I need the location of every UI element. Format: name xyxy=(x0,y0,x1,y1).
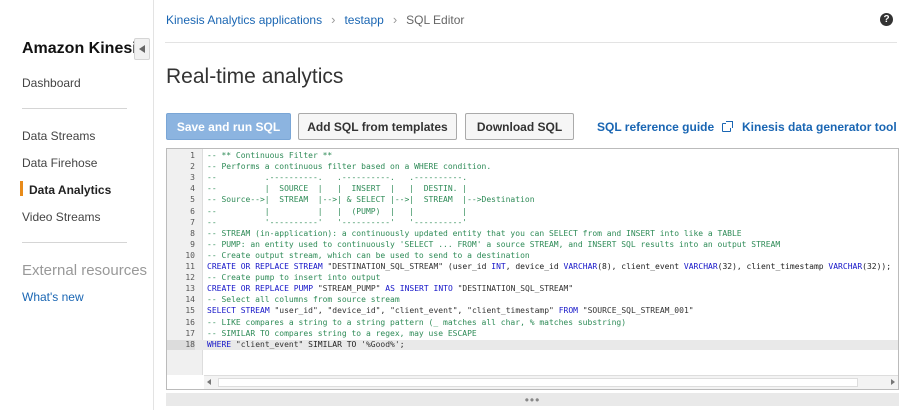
code-text[interactable]: -- Select all columns from source stream xyxy=(207,295,400,305)
chevron-right-icon: › xyxy=(331,12,336,27)
line-number: 13 xyxy=(185,284,195,294)
code-line[interactable]: 4 -- | SOURCE | | INSERT | | DESTIN. | xyxy=(167,184,898,194)
breadcrumb: Kinesis Analytics applications › testapp… xyxy=(166,12,464,27)
active-indicator xyxy=(20,181,23,196)
download-sql-button[interactable]: Download SQL xyxy=(465,113,574,140)
sidebar-item-video-streams[interactable]: Video Streams xyxy=(22,210,101,224)
line-number: 8 xyxy=(190,228,195,238)
line-number: 16 xyxy=(185,317,195,327)
sidebar-item-data-firehose[interactable]: Data Firehose xyxy=(22,156,97,170)
code-text[interactable]: CREATE OR REPLACE PUMP "STREAM_PUMP" AS … xyxy=(207,284,573,294)
kinesis-data-generator-label: Kinesis data generator tool xyxy=(742,120,897,134)
line-number: 10 xyxy=(185,250,195,260)
breadcrumb-sql-editor: SQL Editor xyxy=(406,12,465,27)
line-number: 17 xyxy=(185,328,195,338)
line-number: 5 xyxy=(190,195,195,205)
code-line[interactable]: 1 -- ** Continuous Filter ** xyxy=(167,151,898,161)
line-number: 11 xyxy=(185,262,195,271)
breadcrumb-kinesis-analytics-applications[interactable]: Kinesis Analytics applications xyxy=(166,13,322,27)
code-text[interactable]: -- LIKE compares a string to a string pa… xyxy=(207,318,626,328)
code-text[interactable]: -- ** Continuous Filter ** xyxy=(207,151,332,161)
code-text[interactable]: -- '----------' '----------' '----------… xyxy=(207,218,467,228)
sidebar-item-dashboard[interactable]: Dashboard xyxy=(22,76,81,90)
sql-reference-guide-link[interactable]: SQL reference guide xyxy=(597,120,734,134)
sidebar-item-data-streams[interactable]: Data Streams xyxy=(22,129,95,143)
code-text[interactable]: -- SIMILAR TO compares string to a regex… xyxy=(207,329,477,339)
code-line[interactable]: 10 -- Create output stream, which can be … xyxy=(167,250,898,261)
code-line[interactable]: 17 -- SIMILAR TO compares string to a reg… xyxy=(167,328,898,339)
collapse-sidebar-button[interactable] xyxy=(134,38,150,60)
code-line[interactable]: 5 -- Source-->| STREAM |-->| & SELECT |--… xyxy=(167,195,898,205)
code-text[interactable]: -- Create pump to insert into output xyxy=(207,273,380,283)
line-number: 15 xyxy=(185,306,195,316)
help-icon[interactable]: ? xyxy=(880,13,893,26)
line-number: 4 xyxy=(190,184,195,194)
code-line[interactable]: 2 -- Performs a continuous filter based o… xyxy=(167,162,898,172)
line-number: 1 xyxy=(190,151,195,160)
line-number: 3 xyxy=(190,173,195,183)
scroll-left-icon[interactable] xyxy=(207,379,211,385)
code-line[interactable]: 14 -- Select all columns from source stre… xyxy=(167,295,898,305)
save-and-run-sql-button[interactable]: Save and run SQL xyxy=(166,113,291,140)
breadcrumb-testapp[interactable]: testapp xyxy=(344,13,383,27)
sql-reference-guide-label: SQL reference guide xyxy=(597,120,715,134)
code-text[interactable]: SELECT STREAM "user_id", "device_id", "c… xyxy=(207,306,694,316)
code-text[interactable]: -- STREAM (in-application): a continuous… xyxy=(207,229,742,239)
scroll-right-icon[interactable] xyxy=(891,379,895,385)
sidebar-divider xyxy=(22,242,127,243)
code-text[interactable]: -- .----------. .----------. .----------… xyxy=(207,173,467,183)
sidebar-border xyxy=(153,0,154,410)
line-number: 7 xyxy=(190,217,195,227)
code-line[interactable]: 12 -- Create pump to insert into output xyxy=(167,273,898,283)
code-text[interactable]: -- Performs a continuous filter based on… xyxy=(207,162,491,172)
brand-title[interactable]: Amazon Kinesis xyxy=(22,40,146,58)
code-line[interactable]: 7 -- '----------' '----------' '---------… xyxy=(167,217,898,228)
editor-resize-handle[interactable]: ••• xyxy=(166,393,899,407)
sql-editor[interactable]: 1 -- ** Continuous Filter ** 2 -- Performs … xyxy=(166,148,899,390)
horizontal-scrollbar[interactable] xyxy=(204,375,898,389)
code-text[interactable]: -- Create output stream, which can be us… xyxy=(207,251,530,261)
line-number: 9 xyxy=(190,239,195,249)
chevron-right-icon: › xyxy=(392,12,398,27)
code-line[interactable]: 18 WHERE "client_event" SIMILAR TO '%Good… xyxy=(167,339,898,350)
external-link-icon xyxy=(722,120,734,132)
line-number: 12 xyxy=(185,273,195,283)
add-sql-from-templates-button[interactable]: Add SQL from templates xyxy=(298,113,457,140)
code-line[interactable]: 13 CREATE OR REPLACE PUMP "STREAM_PUMP" A… xyxy=(167,284,898,294)
code-line[interactable]: 15 SELECT STREAM "user_id", "device_id", … xyxy=(167,306,898,316)
sidebar-item-data-analytics[interactable]: Data Analytics xyxy=(29,183,111,197)
whats-new-link[interactable]: What's new xyxy=(22,290,84,304)
line-number: 2 xyxy=(190,162,195,172)
sidebar: Amazon Kinesis Dashboard Data Streams Da… xyxy=(0,0,147,410)
code-text[interactable]: WHERE "client_event" SIMILAR TO '%Good%'… xyxy=(207,340,405,350)
code-line[interactable]: 16 -- LIKE compares a string to a string … xyxy=(167,317,898,328)
line-number: 6 xyxy=(190,206,195,216)
line-number: 18 xyxy=(167,339,195,350)
code-text[interactable]: CREATE OR REPLACE STREAM "DESTINATION_SQ… xyxy=(207,262,891,272)
header-divider xyxy=(165,42,897,43)
code-text[interactable]: -- | | | (PUMP) | | | xyxy=(207,207,467,217)
page-title: Real-time analytics xyxy=(166,65,344,88)
scrollbar-thumb[interactable] xyxy=(218,378,858,387)
code-line[interactable]: 8 -- STREAM (in-application): a continuou… xyxy=(167,228,898,239)
code-text[interactable]: -- PUMP: an entity used to continuously … xyxy=(207,240,780,250)
line-number: 14 xyxy=(185,295,195,305)
code-line[interactable]: 6 -- | | | (PUMP) | | | xyxy=(167,206,898,217)
sidebar-divider xyxy=(22,108,127,109)
code-line[interactable]: 9 -- PUMP: an entity used to continuously… xyxy=(167,239,898,250)
code-line[interactable]: 11 CREATE OR REPLACE STREAM "DESTINATION_… xyxy=(167,262,898,272)
external-resources-heading: External resources xyxy=(22,262,148,279)
code-text[interactable]: -- | SOURCE | | INSERT | | DESTIN. | xyxy=(207,184,467,194)
code-line[interactable]: 3 -- .----------. .----------. .---------… xyxy=(167,173,898,183)
kinesis-data-generator-link[interactable]: Kinesis data generator tool xyxy=(742,120,905,134)
code-text[interactable]: -- Source-->| STREAM |-->| & SELECT |-->… xyxy=(207,195,535,205)
